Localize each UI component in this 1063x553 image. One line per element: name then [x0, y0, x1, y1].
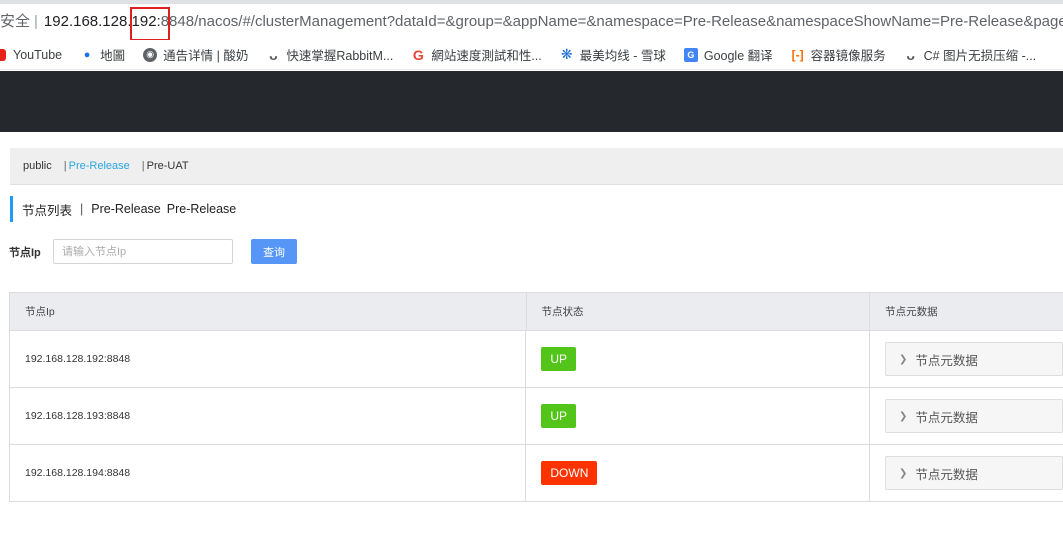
table-header-row: 节点Ip 节点状态 节点元数据 — [10, 293, 1063, 331]
snowball-icon: ❋ — [560, 46, 573, 62]
node-ip-cell: 192.168.128.194:8848 — [10, 445, 527, 502]
page-title: 节点列表 | Pre-Release Pre-Release — [10, 196, 236, 222]
bookmark-snowball[interactable]: ❋ 最美均线 - 雪球 — [560, 45, 666, 64]
column-header-status: 节点状态 — [526, 293, 871, 331]
app-header — [0, 71, 1063, 132]
namespace-tab-public[interactable]: public — [23, 160, 52, 172]
bookmark-container-registry[interactable]: [-] 容器镜像服务 — [791, 45, 886, 64]
node-table: 节点Ip 节点状态 节点元数据 192.168.128.192:8848 UP … — [9, 292, 1063, 502]
namespace-tab-pre-uat[interactable]: Pre-UAT — [147, 160, 189, 172]
bookmark-google-translate[interactable]: G Google 翻译 — [683, 45, 773, 64]
bookmark-map[interactable]: ● 地圖 — [80, 45, 125, 64]
bookmark-notice[interactable]: ◉ 通告详情 | 酸奶 — [143, 45, 248, 64]
url-highlight: 192: — [129, 7, 170, 41]
title-namespace-id: Pre-Release — [166, 202, 237, 216]
bookmark-youtube[interactable]: YouTube — [0, 48, 62, 62]
youtube-icon — [0, 48, 6, 61]
node-ip-search-input[interactable] — [53, 239, 233, 264]
column-header-ip: 节点Ip — [10, 293, 527, 331]
query-button[interactable]: 查询 — [251, 239, 297, 264]
namespace-tab-pre-release[interactable]: Pre-Release — [69, 160, 130, 172]
table-row: 192.168.128.192:8848 UP ❯ 节点元数据 — [10, 331, 1063, 388]
globe-icon: ◉ — [143, 47, 158, 62]
table-row: 192.168.128.193:8848 UP ❯ 节点元数据 — [10, 388, 1063, 445]
chevron-right-icon: ❯ — [899, 410, 908, 422]
va-icon: ᴗ — [269, 46, 278, 63]
column-header-metadata: 节点元数据 — [870, 293, 1063, 331]
metadata-expand-button[interactable]: ❯ 节点元数据 — [885, 399, 1063, 433]
url-field[interactable]: 安全 | 192.168.128.192:8848/nacos/#/clusterM… — [0, 7, 1063, 41]
g-icon: G — [412, 46, 424, 63]
browser-address-bar: 安全 | 192.168.128.192:8848/nacos/#/clusterM… — [0, 0, 1063, 41]
bookmark-speedtest[interactable]: G 網站速度測試和性... — [411, 45, 542, 64]
node-ip-cell: 192.168.128.192:8848 — [10, 331, 527, 388]
node-status-cell: UP — [526, 388, 870, 445]
page-title-main: 节点列表 — [22, 203, 73, 218]
bookmark-image-compress[interactable]: ᴗ C# 图片无损压缩 -... — [904, 45, 1036, 64]
node-status-cell: DOWN — [526, 445, 870, 502]
tab-strip-edge — [0, 0, 1063, 4]
search-label: 节点Ip — [9, 246, 41, 259]
node-metadata-cell: ❯ 节点元数据 — [870, 388, 1063, 445]
status-badge: UP — [541, 404, 577, 428]
search-row: 节点Ip 查询 — [9, 239, 297, 264]
table-row: 192.168.128.194:8848 DOWN ❯ 节点元数据 — [10, 445, 1063, 502]
bookmark-rabbitmq[interactable]: ᴗ 快速掌握RabbitM... — [266, 45, 393, 64]
google-translate-icon: G — [683, 47, 698, 62]
status-badge: UP — [541, 347, 577, 371]
va-icon: ᴗ — [906, 46, 915, 63]
node-metadata-cell: ❯ 节点元数据 — [870, 331, 1063, 388]
bookmarks-bar: YouTube ● 地圖 ◉ 通告详情 | 酸奶 ᴗ 快速掌握RabbitM... G… — [0, 40, 1063, 70]
chevron-right-icon: ❯ — [899, 353, 908, 365]
aliyun-icon: [-] — [791, 47, 804, 62]
map-pin-icon: ● — [83, 48, 91, 61]
url-path: 8848/nacos/#/clusterManagement?dataId=&g… — [160, 13, 1063, 30]
metadata-expand-button[interactable]: ❯ 节点元数据 — [885, 456, 1063, 490]
status-badge: DOWN — [541, 461, 598, 485]
node-ip-cell: 192.168.128.193:8848 — [10, 388, 527, 445]
node-metadata-cell: ❯ 节点元数据 — [870, 445, 1063, 502]
namespace-bar: public | Pre-Release | Pre-UAT — [10, 148, 1063, 185]
title-divider: | — [80, 202, 84, 216]
title-namespace-name: Pre-Release — [91, 202, 161, 216]
security-label: 安全 — [0, 13, 31, 30]
node-status-cell: UP — [526, 331, 870, 388]
metadata-expand-button[interactable]: ❯ 节点元数据 — [885, 342, 1063, 376]
url-host: 192.168.128. — [43, 13, 132, 30]
chevron-right-icon: ❯ — [899, 467, 908, 479]
